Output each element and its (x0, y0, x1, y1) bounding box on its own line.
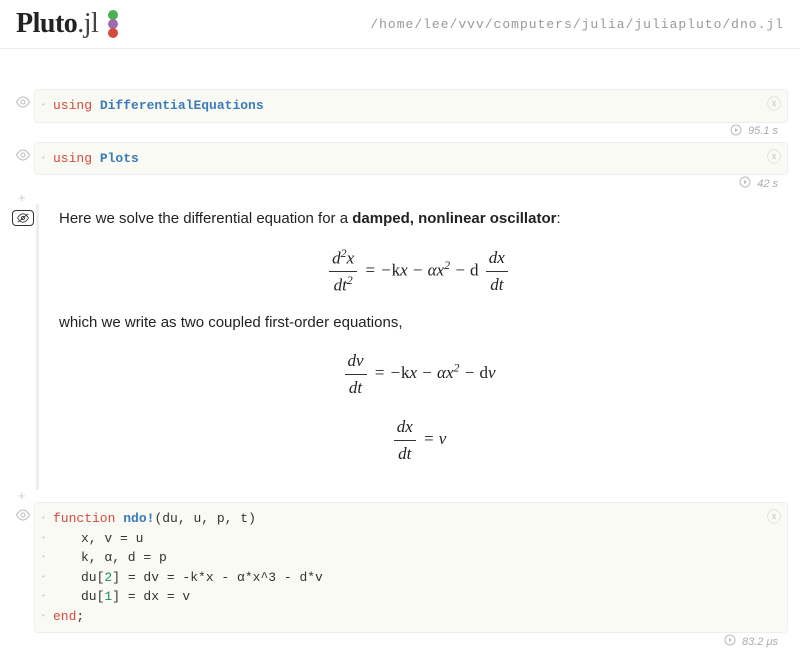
equation: d2xdt2 = −kx − αx2 − d dxdt (59, 245, 778, 298)
eye-icon[interactable] (15, 148, 31, 166)
cell-timing: 83.2 μs (34, 633, 788, 650)
markdown-cell: Here we solve the differential equation … (12, 204, 788, 490)
pluto-circles-icon (104, 9, 122, 39)
app-header: Pluto.jl /home/lee/vvv/computers/julia/j… (0, 0, 800, 49)
eye-hidden-icon[interactable] (12, 210, 34, 226)
code-cell: ⓧ •using Plots 42 s (12, 142, 788, 193)
logo-text: Pluto.jl (16, 8, 98, 40)
file-path[interactable]: /home/lee/vvv/computers/julia/juliapluto… (370, 17, 784, 32)
cell-timing: 95.1 s (34, 123, 788, 140)
add-cell-button[interactable]: + (12, 492, 788, 502)
pluto-logo[interactable]: Pluto.jl (16, 8, 122, 40)
code-editor[interactable]: ⓧ •using DifferentialEquations (34, 89, 788, 123)
notebook: ⓧ •using DifferentialEquations 95.1 s ⓧ … (0, 49, 800, 672)
play-icon[interactable] (724, 634, 736, 649)
play-icon[interactable] (730, 124, 742, 139)
equation: dvdt = −kx − αx2 − dv (59, 348, 778, 400)
cell-timing: 42 s (34, 175, 788, 192)
play-icon[interactable] (739, 176, 751, 191)
code-cell: ⓧ •using DifferentialEquations 95.1 s (12, 89, 788, 140)
code-editor[interactable]: ⓧ •using Plots (34, 142, 788, 176)
code-editor[interactable]: ⓧ •function ndo!(du, u, p, t) •x, v = u … (34, 502, 788, 633)
markdown-output: Here we solve the differential equation … (36, 204, 788, 490)
add-cell-button[interactable]: + (12, 194, 788, 204)
eye-icon[interactable] (15, 508, 31, 526)
eye-icon[interactable] (15, 95, 31, 113)
equation: dxdt = v (59, 414, 778, 466)
code-cell: ⓧ •function ndo!(du, u, p, t) •x, v = u … (12, 502, 788, 650)
